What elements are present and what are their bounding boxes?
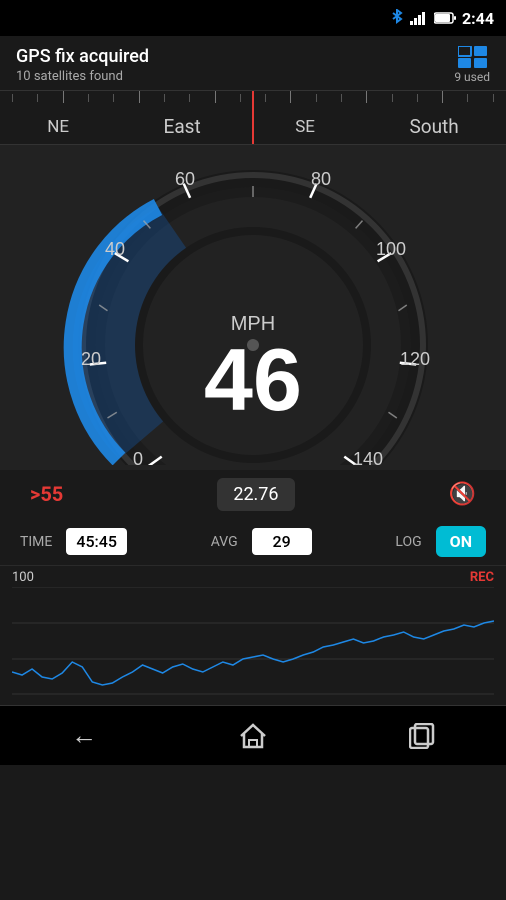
speed-limit: >55 (30, 482, 63, 506)
tick (215, 91, 216, 103)
nav-bar: ← (0, 705, 506, 765)
bluetooth-icon (390, 9, 404, 27)
tick (240, 94, 241, 102)
recent-apps-icon (409, 723, 435, 749)
svg-text:80: 80 (311, 169, 331, 189)
compass-indicator (252, 91, 254, 144)
tick (417, 94, 418, 102)
svg-text:120: 120 (400, 349, 430, 369)
battery-icon (434, 12, 456, 24)
compass-label-se: SE (295, 117, 315, 137)
home-icon (239, 723, 267, 749)
header: GPS fix acquired 10 satellites found 9 u… (0, 36, 506, 90)
tick (37, 94, 38, 102)
tick (392, 94, 393, 102)
info-row: >55 22.76 🔇 (0, 470, 506, 518)
status-icons: 2:44 (390, 9, 494, 28)
speedometer: 0 20 40 60 80 100 120 140 MPH 46 (63, 155, 443, 465)
recent-button[interactable] (409, 723, 435, 749)
tick (189, 94, 190, 102)
status-time: 2:44 (462, 9, 494, 28)
compass-label-east: East (164, 115, 201, 138)
tick (12, 94, 13, 102)
svg-text:60: 60 (175, 169, 195, 189)
log-label: LOG (395, 534, 421, 550)
status-bar: 2:44 (0, 0, 506, 36)
svg-text:0: 0 (133, 449, 143, 465)
tick (366, 91, 367, 103)
chart-rec-label: REC (470, 570, 494, 585)
svg-text:100: 100 (376, 239, 406, 259)
svg-text:40: 40 (105, 239, 125, 259)
tick (265, 94, 266, 102)
satellite-display: 9 used (454, 46, 490, 84)
chart-labels: 100 REC (12, 570, 494, 585)
satellites-used: 9 used (454, 70, 490, 84)
time-label: TIME (20, 534, 52, 550)
chart-max-label: 100 (12, 570, 34, 585)
sound-icon[interactable]: 🔇 (449, 482, 476, 507)
gps-info: GPS fix acquired 10 satellites found (16, 46, 149, 84)
speedometer-section: 0 20 40 60 80 100 120 140 MPH 46 (0, 145, 506, 470)
tick (290, 91, 291, 103)
compass-bar: NE East SE South (0, 90, 506, 145)
compass-label-ne: NE (47, 117, 69, 137)
satellite-icon (458, 46, 490, 68)
tick (139, 91, 140, 103)
tick (442, 91, 443, 103)
tick (164, 94, 165, 102)
tick (316, 94, 317, 102)
time-value: 45:45 (66, 528, 127, 555)
controls-row: TIME 45:45 AVG 29 LOG ON (0, 518, 506, 565)
chart-svg (12, 587, 494, 695)
avg-label: AVG (211, 534, 238, 550)
gps-subtitle: 10 satellites found (16, 69, 149, 84)
tick (113, 94, 114, 102)
home-button[interactable] (239, 723, 267, 749)
tick (493, 94, 494, 102)
tick (63, 91, 64, 103)
svg-text:20: 20 (81, 349, 101, 369)
tick (88, 94, 89, 102)
tick (341, 94, 342, 102)
gps-title: GPS fix acquired (16, 46, 149, 67)
back-button[interactable]: ← (71, 720, 97, 751)
signal-icon (410, 11, 428, 25)
compass-label-south: South (409, 115, 458, 138)
svg-text:140: 140 (353, 449, 383, 465)
mileage-display: 22.76 (217, 478, 294, 511)
log-toggle[interactable]: ON (436, 526, 486, 557)
tick (467, 94, 468, 102)
chart-container: 100 REC (0, 565, 506, 705)
avg-value: 29 (252, 528, 312, 555)
